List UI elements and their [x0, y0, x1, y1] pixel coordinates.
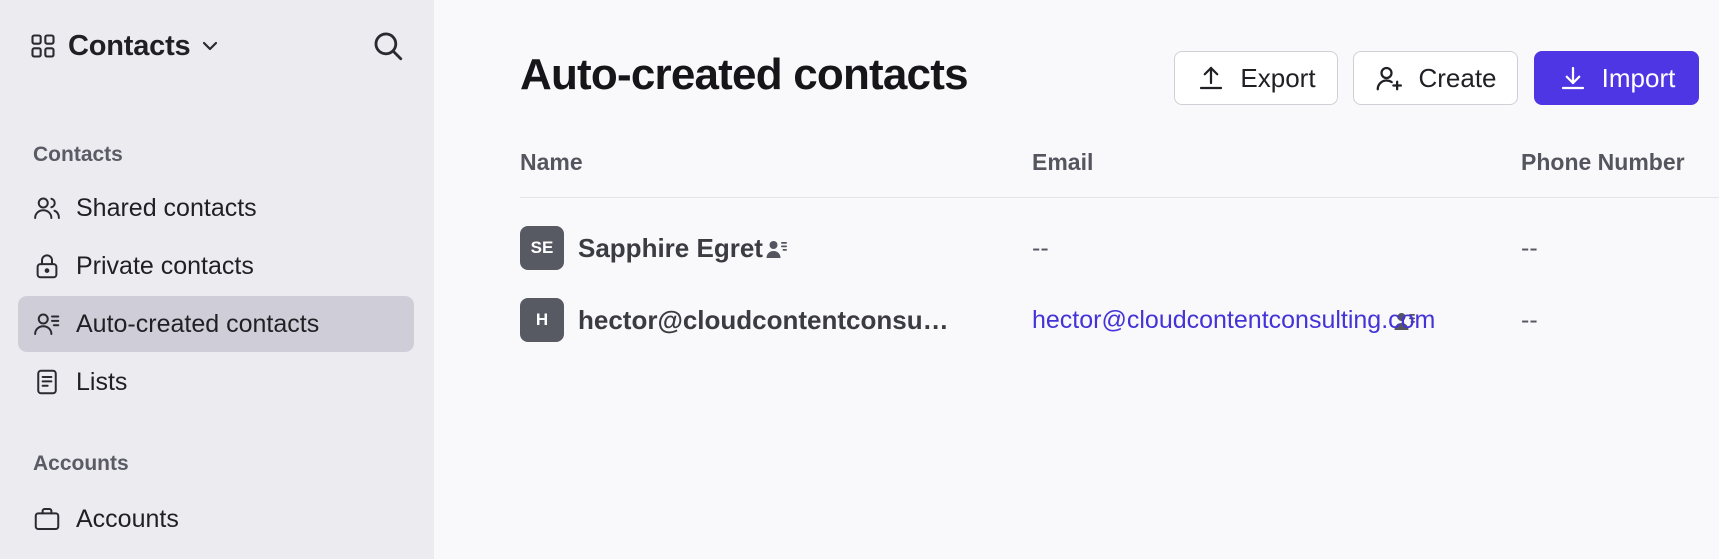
workspace-title: Contacts	[68, 29, 191, 62]
lock-icon	[36, 254, 58, 279]
add-user-icon	[1377, 66, 1403, 91]
column-header-phone[interactable]: Phone Number	[1521, 149, 1685, 176]
email-cell: --	[1032, 234, 1049, 262]
auto-contacts-icon	[34, 313, 60, 335]
download-icon	[1561, 66, 1584, 90]
sidebar-item-label: Lists	[76, 367, 128, 396]
sidebar-item-label: Accounts	[76, 504, 179, 533]
column-header-name[interactable]: Name	[520, 149, 583, 176]
section-label-contacts: Contacts	[33, 143, 123, 166]
upload-icon	[1200, 66, 1223, 90]
phone-cell: --	[1521, 234, 1538, 262]
sidebar-item-auto-created-contacts[interactable]: Auto-created contacts	[18, 296, 414, 352]
export-button[interactable]: Export	[1174, 51, 1338, 105]
workspace-switcher[interactable]: Contacts	[29, 26, 222, 66]
main-content: Auto-created contacts Export Create Impo…	[434, 0, 1719, 559]
sidebar-item-private-contacts[interactable]: Private contacts	[18, 238, 414, 294]
page-title: Auto-created contacts	[520, 50, 969, 99]
table-header-divider	[520, 197, 1719, 198]
search-button[interactable]	[368, 26, 408, 66]
avatar: H	[520, 298, 564, 342]
create-button[interactable]: Create	[1353, 51, 1518, 105]
contact-name[interactable]: hector@cloudcontentconsu…	[578, 305, 949, 336]
apps-grid-icon	[31, 34, 55, 58]
phone-cell: --	[1521, 306, 1538, 334]
avatar: SE	[520, 226, 564, 270]
column-header-email[interactable]: Email	[1032, 149, 1093, 176]
search-icon	[374, 32, 403, 61]
briefcase-icon	[34, 508, 60, 530]
sidebar: Contacts Contacts Shared contacts Privat…	[0, 0, 434, 559]
create-button-label: Create	[1418, 62, 1497, 93]
email-link[interactable]: hector@cloudcontentconsulting.com	[1032, 306, 1435, 335]
contact-name[interactable]: Sapphire Egret	[578, 233, 763, 264]
table-row[interactable]: H hector@cloudcontentconsu… hector@cloud…	[520, 298, 1719, 342]
sidebar-item-accounts[interactable]: Accounts	[18, 491, 414, 547]
auto-created-badge-icon	[766, 241, 787, 258]
list-doc-icon	[37, 369, 57, 395]
import-button-label: Import	[1601, 62, 1676, 93]
sidebar-item-label: Private contacts	[76, 251, 254, 280]
table-row[interactable]: SE Sapphire Egret -- --	[520, 226, 1719, 270]
sidebar-item-lists[interactable]: Lists	[18, 354, 414, 410]
chevron-down-icon	[203, 41, 218, 51]
import-button[interactable]: Import	[1534, 51, 1699, 105]
users-icon	[34, 197, 60, 219]
app-window: Contacts Contacts Shared contacts Privat…	[0, 0, 1719, 559]
sidebar-item-label: Shared contacts	[76, 193, 257, 222]
section-label-accounts: Accounts	[33, 452, 129, 475]
export-button-label: Export	[1240, 62, 1316, 93]
sidebar-item-label: Auto-created contacts	[76, 309, 320, 338]
sidebar-item-shared-contacts[interactable]: Shared contacts	[18, 180, 414, 236]
